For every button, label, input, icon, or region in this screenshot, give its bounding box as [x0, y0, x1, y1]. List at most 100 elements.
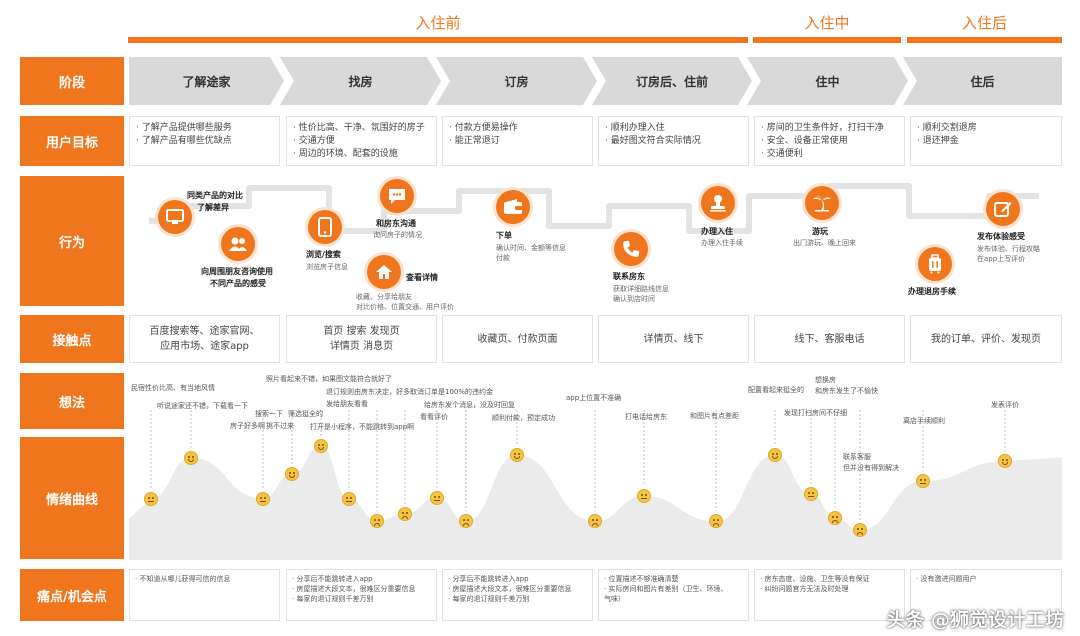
phase-bar-during: [753, 37, 901, 43]
stage-learn: 了解途家: [129, 57, 284, 105]
thought-text: 民宿性价比高、有当地风情: [131, 384, 215, 392]
action-title: 浏览/搜索: [306, 250, 341, 259]
thought-text: 退订规则由房东决定，好多取消订单是100%的违约金: [326, 388, 494, 396]
action-desc: 发布体验、行程攻略: [977, 245, 1040, 253]
action-title: 下单: [496, 231, 512, 240]
goal-text: · 交通便利: [761, 149, 803, 159]
goal-text: · 能正常退订: [449, 136, 500, 146]
thought-text: 听说途家还不错，下载看一下: [157, 402, 248, 410]
goal-cell-after-book: · 顺利办理入住 · 最好图文符合实际情况: [598, 116, 749, 166]
thought-text: 发给朋友看看: [326, 400, 368, 408]
emotion-face-neutral: [256, 491, 270, 506]
touch-cell-learn: 百度搜索等、途家官网、 应用市场、途家app: [129, 315, 280, 363]
action-title: 办理入住: [701, 227, 733, 236]
monitor-icon: [158, 200, 192, 234]
action-desc: 确认到店时间: [613, 295, 655, 303]
row-label-thought: 想法: [20, 373, 124, 429]
action-title: 发布体验感受: [977, 232, 1025, 241]
touch-text: 应用市场、途家app: [160, 341, 249, 352]
pain-cell-learn: · 不知道从哪儿获得可信的信息: [129, 569, 280, 621]
action-desc: 收藏、分享给朋友: [356, 293, 412, 301]
call-icon: [614, 232, 648, 266]
thought-text: 联系客服: [843, 453, 871, 461]
stage-find: 找房: [280, 57, 441, 105]
row-label-stage: 阶段: [20, 57, 124, 105]
row-label-action: 行为: [20, 176, 124, 306]
thought-text: 顺利付款，预定成功: [492, 414, 555, 422]
pain-text: · 分享后不能跳转进入app: [448, 575, 529, 583]
thought-text: 但并没有得到解决: [843, 464, 899, 472]
phase-title-during: 入住中: [804, 14, 850, 32]
emotion-face-neutral: [430, 490, 444, 505]
pain-cell-book: · 分享后不能跳转进入app · 房屋描述大段文本，很难区分重要信息 · 每家的…: [442, 569, 593, 621]
users-icon: [221, 227, 255, 261]
emotion-face-happy: [768, 448, 782, 462]
pain-text: 气味）: [604, 595, 625, 603]
palm-icon: [805, 186, 839, 220]
row-label-goal: 用户目标: [20, 116, 124, 166]
pain-cell-find: · 分享后不能跳转进入app · 房屋描述大段文本，很难区分重要信息 · 每家的…: [286, 569, 437, 621]
emotion-face-happy: [184, 450, 198, 465]
action-desc: 在app上写评价: [977, 255, 1026, 263]
action-title: 不同产品的感受: [210, 279, 266, 288]
touch-text: 我的订单、评价、发现页: [931, 333, 1041, 345]
action-desc: 确认时间、金额等信息: [496, 244, 566, 252]
thought-text: 发表评价: [991, 401, 1019, 409]
action-desc: 浏览房子信息: [306, 263, 348, 271]
goal-text: · 付款方便易操作: [449, 123, 518, 133]
thought-text: 房子好多啊: [230, 422, 265, 430]
emotion-face-sad: [828, 510, 842, 525]
goal-text: · 安全、设备正常使用: [761, 136, 848, 146]
thought-text: 搜索一下: [255, 410, 283, 418]
goal-text: · 退还押金: [917, 136, 959, 146]
thought-text: app上位置不准确: [566, 394, 622, 402]
goal-cell-stay: · 房间的卫生条件好，打扫干净 · 安全、设备正常使用 · 交通便利: [754, 116, 905, 166]
pain-text: · 不知道从哪儿获得可信的信息: [135, 575, 231, 583]
thought-text: 发现打扫房间不仔细: [784, 409, 847, 417]
wallet-icon: [496, 190, 530, 224]
pain-cell-stay: · 房东态度、设施、卫生等没有保证 · 纠纷问题官方无法及时处理: [754, 569, 905, 621]
row-label-touchpoint: 接触点: [20, 315, 124, 363]
pain-text: · 房屋描述大段文本，很难区分重要信息: [292, 585, 416, 593]
action-title: 联系房东: [613, 272, 645, 281]
action-desc: 办理入住手续: [701, 239, 743, 247]
stage-after-stay: 住后: [903, 57, 1062, 105]
touch-text: 收藏页、付款页面: [477, 333, 558, 345]
stamp-icon: [701, 186, 735, 220]
phone-icon: [308, 210, 342, 244]
action-title: 向周围朋友咨询使用: [201, 267, 273, 276]
touch-cell-after-book: 详情页、线下: [598, 315, 749, 363]
thought-text: 离店手续顺利: [903, 417, 945, 425]
pain-text: · 房东态度、设施、卫生等没有保证: [760, 575, 870, 583]
pain-cell-after-book: · 位置描述不够准确清楚 · 实际房间和图片有差别（卫生、环境、 气味）: [598, 569, 749, 621]
touch-cell-find: 首页 搜索 发现页 详情页 消息页: [286, 315, 437, 363]
touch-cell-book: 收藏页、付款页面: [442, 315, 593, 363]
emotion-face-happy: [285, 466, 299, 481]
emotion-face-happy: [510, 448, 524, 462]
emotion-face-neutral: [342, 491, 356, 506]
goal-text: · 交通方便: [293, 136, 335, 146]
goal-text: · 最好图文符合实际情况: [605, 136, 701, 146]
thought-text: 打电话给房东: [625, 413, 667, 421]
luggage-icon: [918, 247, 952, 281]
row-label-pain: 痛点/机会点: [20, 569, 124, 621]
emotion-face-sad: [853, 523, 867, 537]
phase-title-after: 入住后: [961, 14, 1007, 32]
action-title: 办理退房手续: [908, 287, 956, 296]
goal-text: · 了解产品有哪些优缺点: [136, 136, 232, 146]
stage-stay: 住中: [747, 57, 908, 105]
thought-text: 和图片有点差距: [690, 412, 739, 420]
goal-cell-find: · 性价比高、干净、氛围好的房子 · 交通方便 · 周边的环境、配套的设施: [286, 116, 437, 166]
home-icon: [367, 255, 401, 289]
touch-cell-stay: 线下、客服电话: [754, 315, 905, 363]
action-desc: 获取详细路线信息: [613, 285, 669, 293]
pain-text: · 没有激进问题用户: [916, 575, 977, 583]
thought-text: 打开是小程序，不能跳转到app啊: [310, 423, 415, 431]
action-desc: 对比价格、位置交通、用户评价: [356, 303, 454, 311]
watermark: 头条 @狮觉设计工坊: [886, 609, 1064, 631]
emotion-face-neutral: [804, 486, 818, 501]
stage-book: 订房: [436, 57, 597, 105]
goal-text: · 性价比高、干净、氛围好的房子: [293, 123, 425, 133]
action-title: 游玩: [812, 227, 828, 236]
thought-text: 配置看起来挺全的: [748, 386, 804, 394]
